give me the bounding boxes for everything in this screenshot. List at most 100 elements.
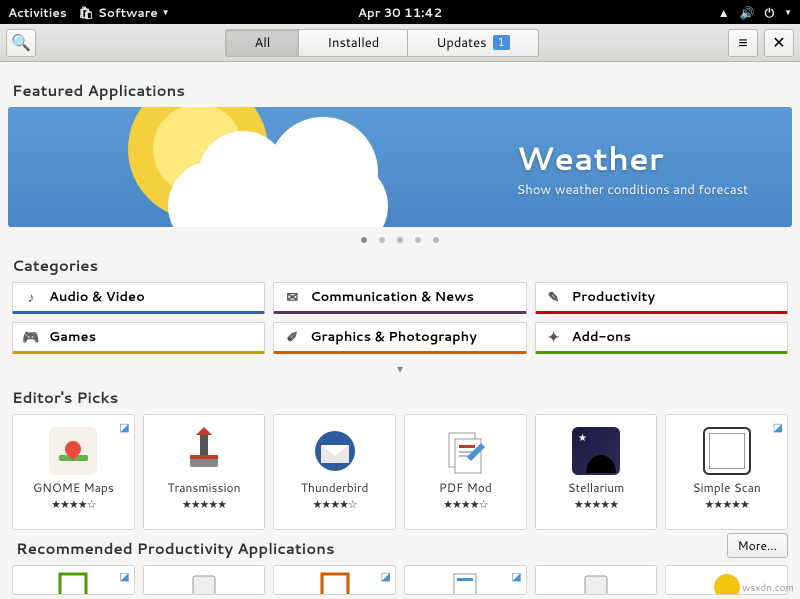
volume-icon[interactable]: 🔊 [740, 4, 755, 21]
tab-installed[interactable]: Installed [299, 29, 408, 57]
app-name: Transmission [167, 481, 240, 494]
recommended-grid: ◪ ◪ ◪ [8, 561, 792, 595]
app-rating: ★★★★★ [182, 496, 226, 512]
pager-dot[interactable] [361, 237, 367, 243]
activities-button[interactable]: Activities [8, 4, 67, 21]
pager-dot[interactable] [397, 237, 403, 243]
category-audio-video[interactable]: ♪ Audio & Video [12, 282, 265, 314]
more-button[interactable]: More… [727, 533, 788, 558]
app-rating: ★★★★☆ [51, 496, 95, 512]
app-card[interactable]: ◪ [404, 565, 527, 595]
category-games[interactable]: 🎮 Games [12, 322, 265, 354]
app-card[interactable] [535, 565, 658, 595]
hamburger-icon: ≡ [738, 31, 747, 54]
app-icon [318, 570, 352, 595]
category-productivity[interactable]: ✎ Productivity [535, 282, 788, 314]
app-card[interactable] [143, 565, 266, 595]
view-tabs: All Installed Updates 1 [225, 29, 538, 57]
category-communication[interactable]: ✉ Communication & News [273, 282, 526, 314]
gamepad-icon: 🎮 [23, 329, 39, 345]
tab-label: Installed [327, 34, 379, 52]
transmission-icon [180, 427, 228, 475]
app-name: Simple Scan [693, 481, 761, 494]
menu-button[interactable]: ≡ [728, 29, 758, 57]
pencil-icon: ✎ [546, 289, 562, 305]
app-rating: ★★★★☆ [443, 496, 487, 512]
app-icon [710, 570, 744, 595]
category-label: Add-ons [572, 328, 631, 346]
shopping-bag-icon: 🛍 [79, 4, 94, 21]
featured-heading: Featured Applications [12, 80, 788, 101]
source-flag-icon: ◪ [381, 568, 391, 584]
watermark: wsxdn.com [742, 581, 794, 595]
featured-banner[interactable]: Weather Show weather conditions and fore… [8, 107, 792, 227]
app-card-transmission[interactable]: Transmission ★★★★★ [143, 414, 266, 530]
app-rating: ★★★★☆ [313, 496, 357, 512]
category-graphics[interactable]: ✐Graphics & Photography [273, 322, 526, 354]
tab-label: Updates [436, 34, 486, 52]
brush-icon: ✐ [284, 329, 300, 345]
app-menu-label: Software [98, 4, 158, 21]
chevron-down-icon: ▼ [162, 6, 170, 18]
chevron-down-icon[interactable]: ▼ [784, 6, 792, 18]
app-card-pdf-mod[interactable]: PDF Mod ★★★★☆ [404, 414, 527, 530]
category-label: Communication & News [310, 288, 474, 306]
app-card[interactable]: ◪ [273, 565, 396, 595]
header-bar: 🔍 All Installed Updates 1 ≡ ✕ [0, 24, 800, 62]
app-icon [448, 570, 482, 595]
categories-heading: Categories [12, 255, 788, 276]
simple-scan-icon [703, 427, 751, 475]
main-content: Featured Applications Weather Show weath… [0, 62, 800, 599]
source-flag-icon: ◪ [119, 568, 129, 584]
recommended-heading: Recommended Productivity Applications [16, 538, 335, 559]
music-icon: ♪ [23, 289, 39, 305]
pager-dot[interactable] [379, 237, 385, 243]
app-card-gnome-maps[interactable]: ◪ GNOME Maps ★★★★☆ [12, 414, 135, 530]
source-flag-icon: ◪ [773, 419, 783, 435]
pager-dot[interactable] [433, 237, 439, 243]
app-icon [56, 570, 90, 595]
pdf-mod-icon [441, 427, 489, 475]
app-rating: ★★★★★ [574, 496, 618, 512]
picks-heading: Editor's Picks [12, 387, 788, 408]
power-icon[interactable]: ⏻ [765, 4, 775, 21]
app-menu[interactable]: 🛍 Software ▼ [79, 4, 170, 21]
thunderbird-icon [311, 427, 359, 475]
tab-all[interactable]: All [225, 29, 299, 57]
search-icon: 🔍 [11, 31, 31, 54]
app-name: Stellarium [568, 481, 625, 494]
app-card-thunderbird[interactable]: Thunderbird ★★★★☆ [273, 414, 396, 530]
tab-label: All [254, 34, 270, 52]
category-label: Audio & Video [49, 288, 145, 306]
source-flag-icon: ◪ [119, 419, 129, 435]
source-flag-icon: ◪ [511, 568, 521, 584]
app-card[interactable]: ◪ [12, 565, 135, 595]
network-icon[interactable]: ▲ [718, 4, 730, 21]
category-addons[interactable]: ✦ Add-ons [535, 322, 788, 354]
app-name: PDF Mod [439, 481, 492, 494]
app-icon [579, 570, 613, 595]
updates-badge: 1 [493, 35, 510, 50]
picks-grid: ◪ GNOME Maps ★★★★☆ Transmission ★★★★★ Th… [8, 414, 792, 530]
plugin-icon: ✦ [546, 329, 562, 345]
banner-subtitle: Show weather conditions and forecast [517, 181, 748, 199]
app-card-simple-scan[interactable]: ◪ Simple Scan ★★★★★ [665, 414, 788, 530]
mail-icon: ✉ [284, 289, 300, 305]
app-name: Thunderbird [301, 481, 369, 494]
categories-grid: ♪ Audio & Video ✉ Communication & News ✎ Pr… [8, 282, 792, 354]
gnome-maps-icon [49, 427, 97, 475]
stellarium-icon [572, 427, 620, 475]
tab-updates[interactable]: Updates 1 [408, 29, 538, 57]
pager-dot[interactable] [415, 237, 421, 243]
category-label: Games [49, 328, 96, 346]
banner-pager [8, 227, 792, 247]
banner-title: Weather [517, 136, 748, 181]
cloud-graphic [168, 161, 388, 227]
search-button[interactable]: 🔍 [6, 29, 36, 57]
category-label: Productivity [572, 288, 656, 306]
close-button[interactable]: ✕ [764, 29, 794, 57]
clock[interactable]: Apr 30 11:42 [358, 4, 442, 21]
close-icon: ✕ [772, 31, 785, 54]
expand-categories[interactable]: ▾ [8, 354, 792, 379]
app-card-stellarium[interactable]: Stellarium ★★★★★ [535, 414, 658, 530]
